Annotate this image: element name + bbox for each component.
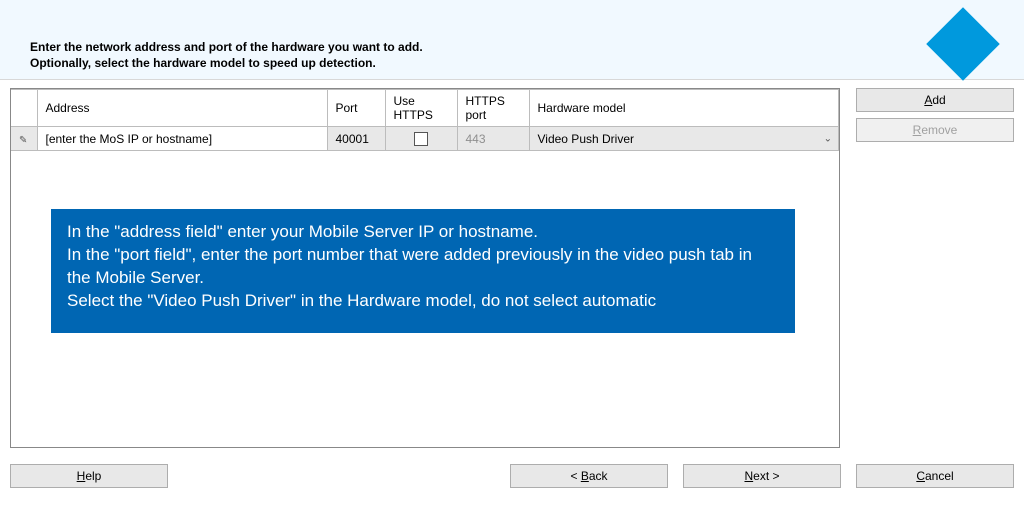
wizard-instruction-text: Enter the network address and port of th… xyxy=(30,40,423,71)
https-port-cell: 443 xyxy=(457,127,529,151)
address-cell[interactable]: [enter the MoS IP or hostname] xyxy=(37,127,327,151)
callout-line: In the "port field", enter the port numb… xyxy=(67,244,779,290)
use-https-header[interactable]: Use HTTPS xyxy=(385,90,457,127)
hardware-grid-panel: Address Port Use HTTPS HTTPS port Hardwa… xyxy=(10,88,840,448)
cancel-button[interactable]: Cancel xyxy=(856,464,1014,488)
port-cell[interactable]: 40001 xyxy=(327,127,385,151)
address-header[interactable]: Address xyxy=(37,90,327,127)
pencil-icon: ✎ xyxy=(19,135,27,146)
help-callout: In the "address field" enter your Mobile… xyxy=(51,209,795,333)
side-button-column: Add Remove xyxy=(856,88,1014,148)
port-header[interactable]: Port xyxy=(327,90,385,127)
https-port-header[interactable]: HTTPS port xyxy=(457,90,529,127)
instruction-line1: Enter the network address and port of th… xyxy=(30,40,423,54)
instruction-line2: Optionally, select the hardware model to… xyxy=(30,56,376,70)
row-marker-header xyxy=(11,90,37,127)
help-button[interactable]: Help xyxy=(10,464,168,488)
callout-line: In the "address field" enter your Mobile… xyxy=(67,221,779,244)
back-button[interactable]: < Back xyxy=(510,464,668,488)
hardware-table: Address Port Use HTTPS HTTPS port Hardwa… xyxy=(11,89,839,151)
brand-diamond-icon xyxy=(926,7,1000,81)
callout-line: Select the "Video Push Driver" in the Ha… xyxy=(67,290,779,313)
hardware-model-header[interactable]: Hardware model xyxy=(529,90,839,127)
chevron-down-icon: ⌄ xyxy=(824,133,832,144)
use-https-cell[interactable] xyxy=(385,127,457,151)
table-row[interactable]: ✎ [enter the MoS IP or hostname] 40001 4… xyxy=(11,127,839,151)
row-edit-indicator: ✎ xyxy=(11,127,37,151)
add-button[interactable]: Add xyxy=(856,88,1014,112)
remove-button: Remove xyxy=(856,118,1014,142)
next-button[interactable]: Next > xyxy=(683,464,841,488)
wizard-footer: Help < Back Next > Cancel xyxy=(10,464,1014,492)
wizard-header: Enter the network address and port of th… xyxy=(0,0,1024,80)
hardware-model-cell[interactable]: Video Push Driver ⌄ xyxy=(529,127,839,151)
main-panel: Address Port Use HTTPS HTTPS port Hardwa… xyxy=(10,88,1014,450)
use-https-checkbox[interactable] xyxy=(414,132,428,146)
hardware-model-value: Video Push Driver xyxy=(538,132,635,146)
